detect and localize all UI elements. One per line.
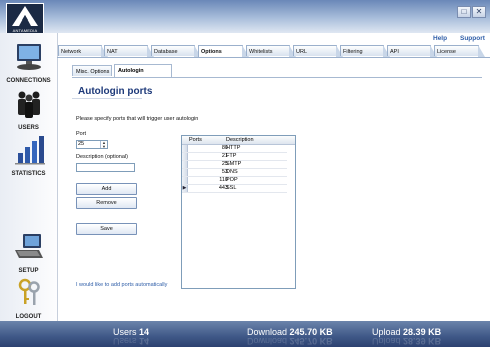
- description-field[interactable]: [76, 163, 135, 172]
- monitor-icon: [16, 44, 41, 70]
- description-cell: POP: [226, 177, 238, 183]
- ports-grid[interactable]: Ports Description 80 HTTP 21 FTP 25 SMTP…: [181, 135, 296, 289]
- upload-stat-reflection: Upload 28.39 KB: [372, 336, 442, 346]
- description-cell: SSL: [226, 185, 237, 191]
- sidebar-item-label: STATISTICS: [11, 171, 46, 177]
- minimize-button[interactable]: □: [457, 6, 471, 18]
- antamedia-logo: ANTAMEDIA: [6, 3, 44, 35]
- column-header-description[interactable]: Description: [226, 136, 254, 144]
- tab-whitelists[interactable]: Whitelists: [246, 45, 296, 57]
- sidebar: CONNECTIONS USERS STATISTICS SETUP LOGOU…: [0, 33, 58, 321]
- sidebar-item-statistics[interactable]: STATISTICS: [0, 135, 57, 177]
- sidebar-item-label: USERS: [18, 125, 39, 131]
- description-cell: DNS: [226, 169, 238, 175]
- download-stat-reflection: Download 245.70 KB: [247, 336, 333, 346]
- table-row[interactable]: 110 POP: [182, 177, 287, 185]
- tab-database[interactable]: Database: [151, 45, 201, 57]
- port-stepper[interactable]: 25 ▲ ▼: [76, 140, 108, 149]
- tab-nat[interactable]: NAT: [104, 45, 154, 57]
- auto-add-ports-link[interactable]: I would like to add ports automatically: [76, 282, 167, 288]
- sub-tabs: Misc. Options Autologin: [72, 63, 222, 77]
- tab-license[interactable]: License: [434, 45, 485, 57]
- table-row[interactable]: 25 SMTP: [182, 161, 287, 169]
- save-button[interactable]: Save: [76, 223, 137, 235]
- description-cell: FTP: [226, 153, 237, 159]
- subtab-misc-options[interactable]: Misc. Options: [72, 65, 112, 76]
- port-cell: 110: [219, 177, 228, 183]
- column-header-ports[interactable]: Ports: [189, 136, 202, 144]
- port-cell: 443: [218, 185, 228, 191]
- logo-a-icon: [12, 6, 38, 26]
- add-button[interactable]: Add: [76, 183, 137, 195]
- tab-url[interactable]: URL: [293, 45, 343, 57]
- help-link[interactable]: Help: [433, 35, 447, 42]
- sidebar-item-label: CONNECTIONS: [6, 78, 51, 84]
- subtab-autologin[interactable]: Autologin: [114, 64, 172, 77]
- people-icon: [17, 91, 40, 118]
- port-cell: 25: [221, 161, 228, 167]
- users-stat-reflection: Users 14: [113, 336, 150, 346]
- spin-buttons[interactable]: ▲ ▼: [100, 141, 107, 148]
- sidebar-item-logout[interactable]: LOGOUT: [0, 278, 57, 320]
- tab-options[interactable]: Options: [198, 45, 249, 57]
- main-tabs: Network NAT Database Options Whitelists …: [57, 45, 490, 57]
- sidebar-item-label: LOGOUT: [15, 314, 42, 320]
- port-cell: 21: [221, 153, 228, 159]
- sidebar-item-users[interactable]: USERS: [0, 89, 57, 131]
- port-cell: 80: [221, 145, 228, 151]
- keys-icon: [18, 278, 40, 305]
- port-value: 25: [78, 141, 85, 147]
- description-label: Description (optional): [76, 154, 128, 160]
- tab-filtering[interactable]: Filtering: [340, 45, 390, 57]
- description-cell: HTTP: [226, 145, 241, 151]
- page-description: Please specify ports that will trigger u…: [76, 116, 199, 122]
- support-link[interactable]: Support: [460, 35, 485, 42]
- port-label: Port: [76, 131, 87, 137]
- title-bar: ANTAMEDIA □ ✕: [0, 0, 490, 35]
- setup-computer-icon: [14, 234, 43, 258]
- table-row[interactable]: 53 DNS: [182, 169, 287, 177]
- description-cell: SMTP: [226, 161, 242, 167]
- port-cell: 53: [221, 169, 228, 175]
- table-row[interactable]: 80 HTTP: [182, 145, 287, 153]
- page-title: Autologin ports: [78, 86, 153, 97]
- remove-button[interactable]: Remove: [76, 197, 137, 209]
- bar-chart-icon: [14, 136, 45, 165]
- app-window: ANTAMEDIA □ ✕ Help Support CONNECTIONS U…: [0, 0, 490, 347]
- sidebar-item-connections[interactable]: CONNECTIONS: [0, 42, 57, 84]
- title-underline: [72, 98, 142, 99]
- table-row[interactable]: 21 FTP: [182, 153, 287, 161]
- grid-header: Ports Description: [182, 136, 295, 145]
- sidebar-item-label: SETUP: [18, 268, 39, 274]
- sidebar-item-setup[interactable]: SETUP: [0, 232, 57, 274]
- tab-api[interactable]: API: [387, 45, 437, 57]
- tab-network[interactable]: Network: [58, 45, 108, 57]
- close-button[interactable]: ✕: [472, 6, 486, 18]
- tab-divider: [57, 57, 490, 58]
- table-row-selected[interactable]: ▶ 443 SSL: [182, 185, 287, 193]
